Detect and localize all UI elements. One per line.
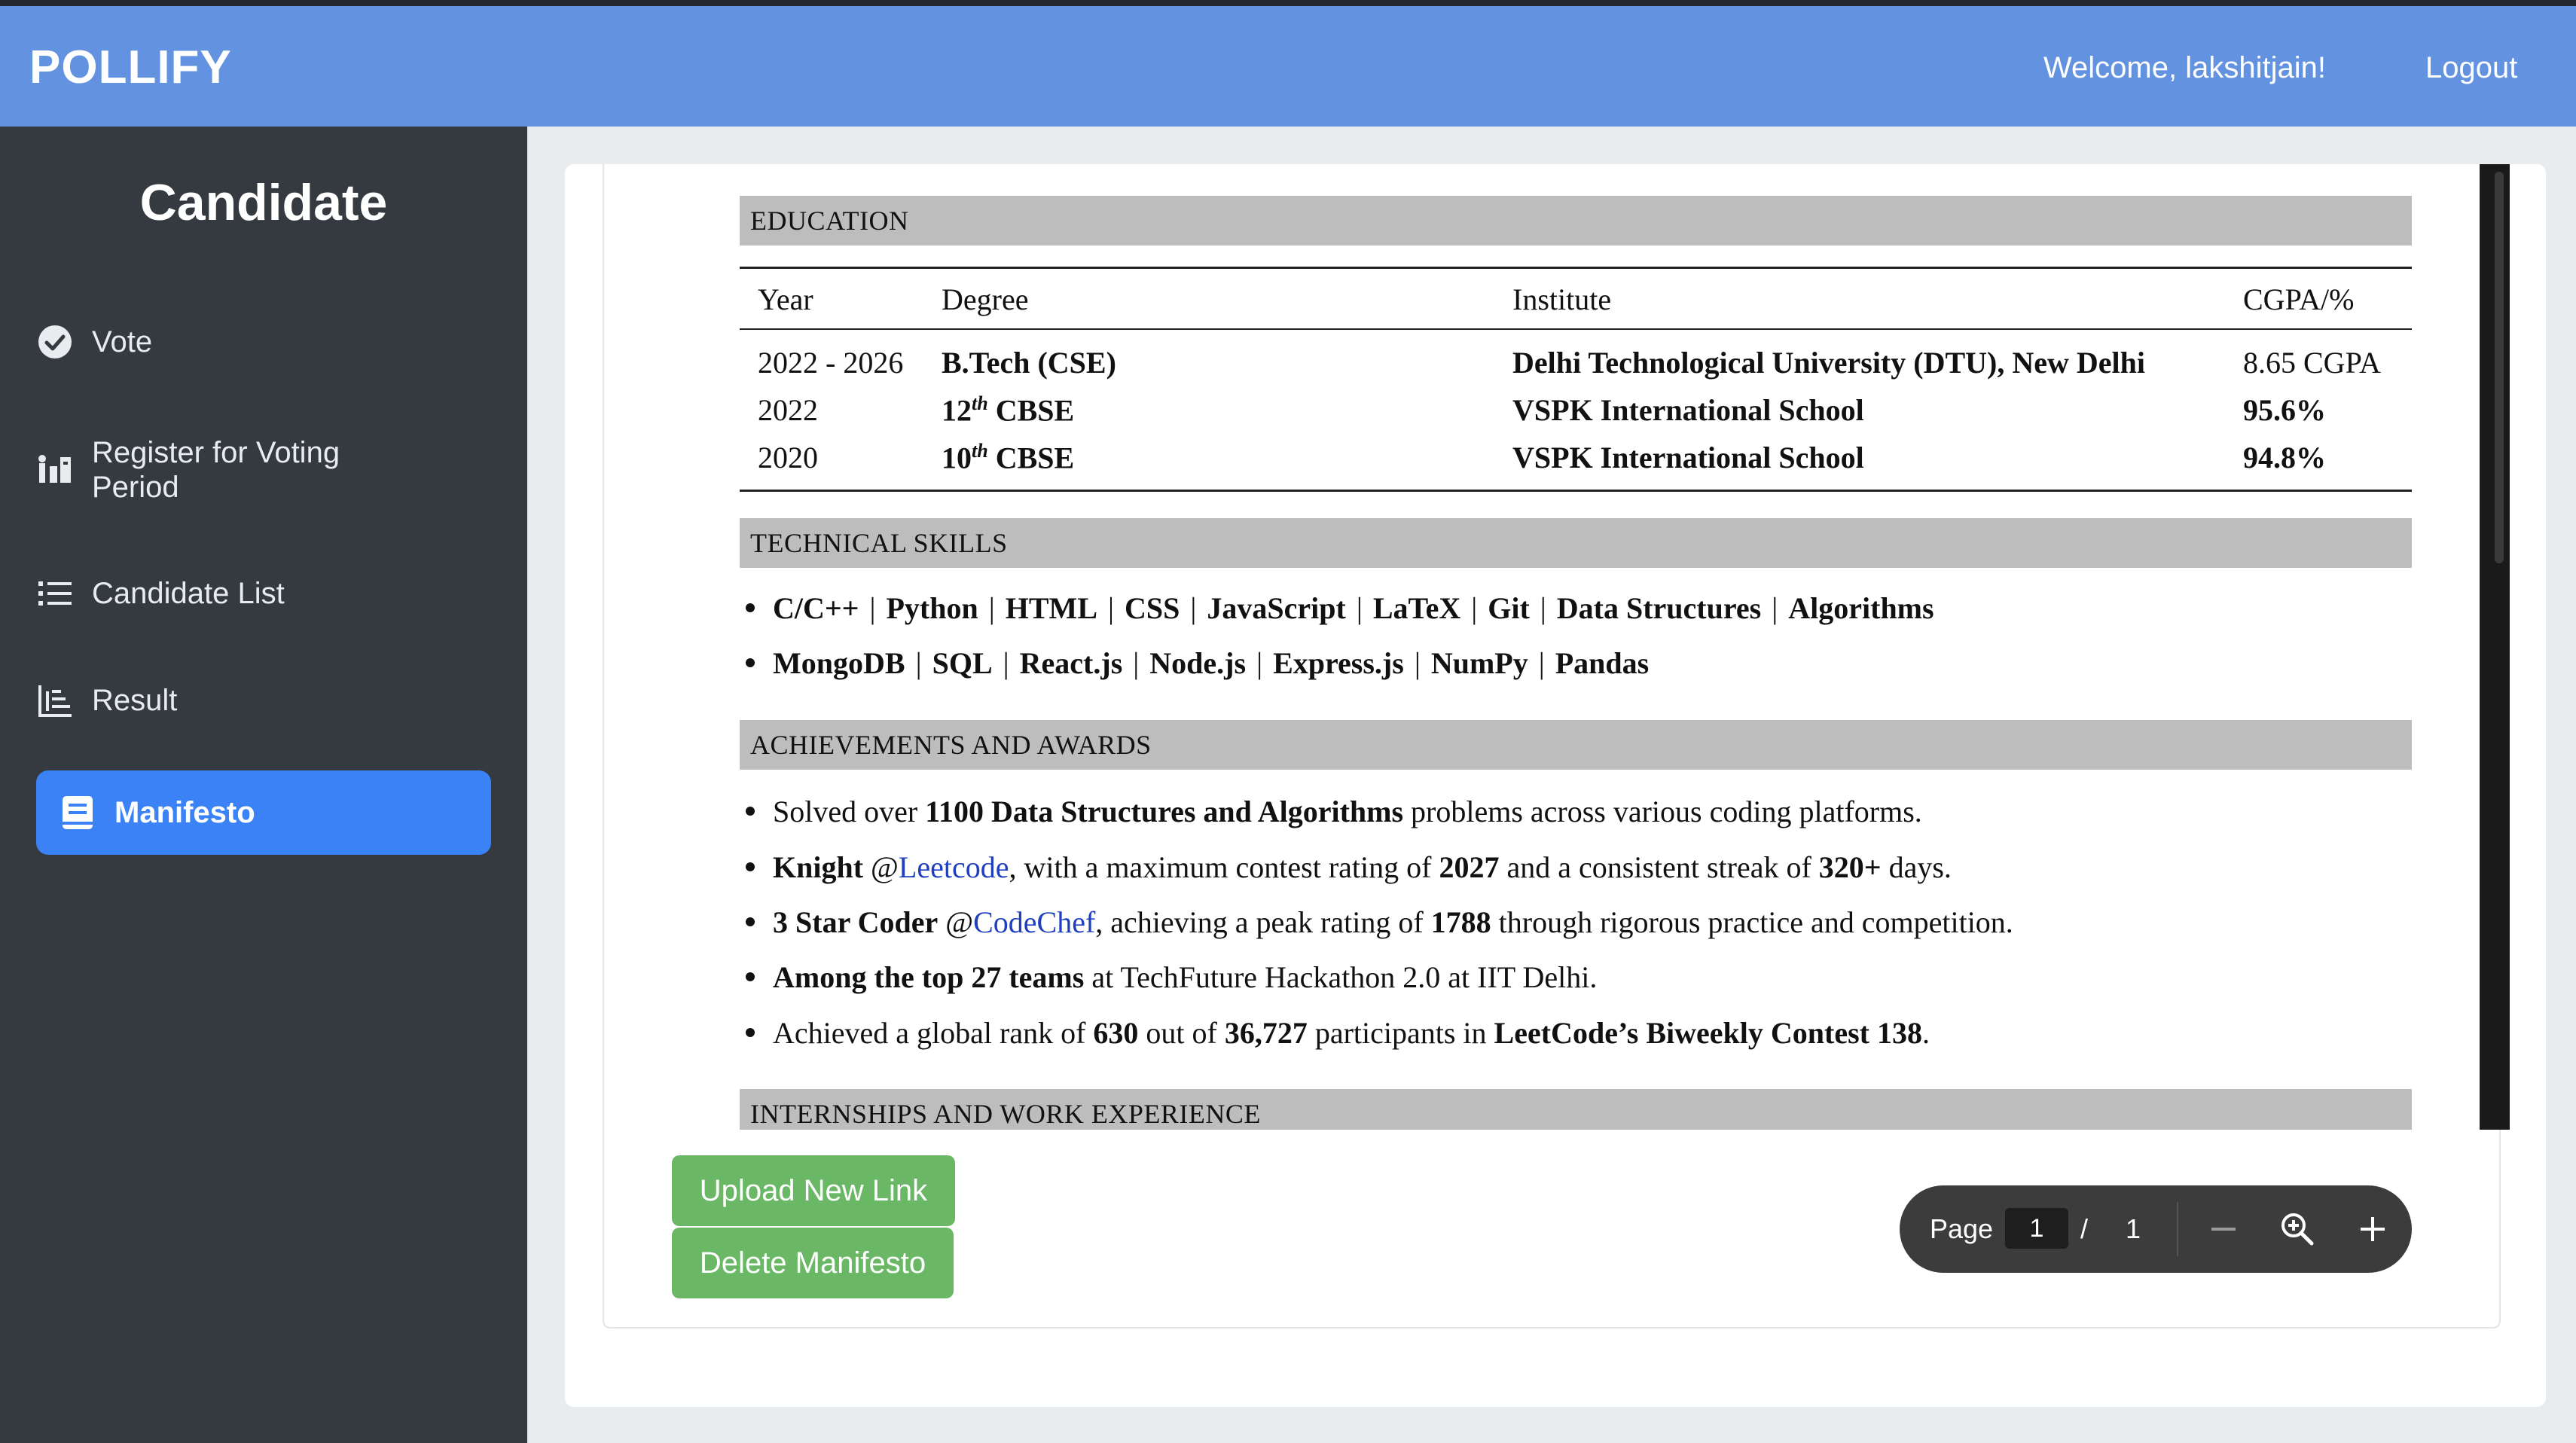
cell-degree: 10th CBSE [942, 440, 1075, 475]
book-icon [59, 794, 96, 831]
sidebar: Candidate Vote Register for Voting Perio… [0, 127, 527, 1443]
zoom-in-icon[interactable] [2350, 1207, 2395, 1252]
column-header-degree: Degree [942, 282, 1029, 316]
skills-line-1: C/C++ | Python | HTML | CSS | JavaScript | LaTeX | G… [740, 590, 1934, 626]
cell-degree: B.Tech (CSE) [942, 346, 1116, 380]
page-separator: / [2080, 1213, 2089, 1244]
sidebar-item-vote[interactable]: Vote [36, 319, 491, 365]
achievement-item: Achieved a global rank of 630 out of 36,… [740, 1015, 1930, 1051]
brand-logo[interactable]: POLLIFY [29, 41, 232, 94]
codechef-link[interactable]: CodeChef [973, 905, 1095, 939]
sidebar-item-label: Candidate List [92, 576, 285, 610]
sidebar-item-label: Register for Voting Period [92, 436, 340, 504]
column-header-institute: Institute [1512, 282, 1612, 316]
pdf-viewer[interactable]: EDUCATION Year Degree Institute CGPA/% 2… [672, 164, 2510, 1130]
column-header-cgpa: CGPA/% [2243, 282, 2355, 316]
welcome-message: Welcome, lakshitjain! [2043, 51, 2326, 84]
section-heading-education: EDUCATION [740, 196, 2412, 246]
section-heading-achievements: ACHIEVEMENTS AND AWARDS [740, 720, 2412, 770]
sidebar-item-manifesto[interactable]: Manifesto [36, 770, 491, 855]
sidebar-item-candidate-list[interactable]: Candidate List [36, 571, 491, 616]
page-label: Page [1930, 1213, 1994, 1244]
cell-institute: Delhi Technological University (DTU), Ne… [1512, 346, 2145, 380]
page-number-input[interactable]: 1 [2005, 1208, 2068, 1249]
zoom-icon[interactable] [2275, 1207, 2320, 1252]
section-heading-internships: INTERNSHIPS AND WORK EXPERIENCE [740, 1089, 2412, 1130]
main-content: EDUCATION Year Degree Institute CGPA/% 2… [527, 127, 2576, 1443]
pdf-toolbar: Page 1 / 1 [1900, 1185, 2412, 1273]
cell-year: 2020 [758, 441, 818, 474]
list-icon [36, 575, 74, 612]
sidebar-item-label: Result [92, 683, 178, 717]
cell-score: 95.6% [2243, 393, 2326, 427]
sidebar-item-label: Manifesto [114, 795, 255, 829]
cell-score: 94.8% [2243, 441, 2326, 474]
total-pages: 1 [2126, 1213, 2141, 1244]
achievement-item: Knight @Leetcode, with a maximum contest… [740, 850, 1952, 885]
cell-score: 8.65 CGPA [2243, 346, 2382, 380]
check-circle-icon [36, 323, 74, 361]
skills-line-2: MongoDB | SQL | React.js | Node.js | Express.js |… [740, 645, 1649, 681]
sidebar-title: Candidate [139, 174, 388, 231]
register-icon [36, 451, 74, 489]
bar-chart-icon [36, 682, 74, 719]
cell-institute: VSPK International School [1512, 393, 1864, 427]
achievement-item: 3 Star Coder @CodeChef, achieving a peak… [740, 905, 2013, 940]
sidebar-item-result[interactable]: Result [36, 678, 491, 723]
table-rule-bottom [740, 490, 2412, 492]
cell-year: 2022 - 2026 [758, 346, 904, 380]
pdf-scrollbar-thumb[interactable] [2495, 172, 2504, 563]
top-navbar: POLLIFY Welcome, lakshitjain! Logout [0, 0, 2576, 127]
table-rule-top [740, 267, 2412, 269]
leetcode-link[interactable]: Leetcode [899, 850, 1009, 884]
cell-year: 2022 [758, 393, 818, 427]
sidebar-item-register[interactable]: Register for Voting Period [36, 432, 491, 508]
toolbar-divider [2177, 1202, 2178, 1256]
upload-new-link-button[interactable]: Upload New Link [672, 1155, 955, 1226]
sidebar-item-label: Vote [92, 325, 153, 358]
achievement-item: Solved over 1100 Data Structures and Alg… [740, 794, 1922, 829]
logout-link[interactable]: Logout [2425, 51, 2517, 85]
section-heading-skills: TECHNICAL SKILLS [740, 518, 2412, 568]
column-header-year: Year [758, 282, 813, 316]
cell-degree: 12th CBSE [942, 392, 1075, 428]
cell-institute: VSPK International School [1512, 441, 1864, 474]
achievement-item: Among the top 27 teams at TechFuture Hac… [740, 959, 1597, 995]
table-rule-mid [740, 328, 2412, 330]
zoom-out-icon[interactable] [2201, 1207, 2246, 1252]
manifesto-card: EDUCATION Year Degree Institute CGPA/% 2… [565, 164, 2546, 1407]
manifesto-panel: EDUCATION Year Degree Institute CGPA/% 2… [603, 164, 2510, 1329]
delete-manifesto-button[interactable]: Delete Manifesto [672, 1228, 954, 1298]
